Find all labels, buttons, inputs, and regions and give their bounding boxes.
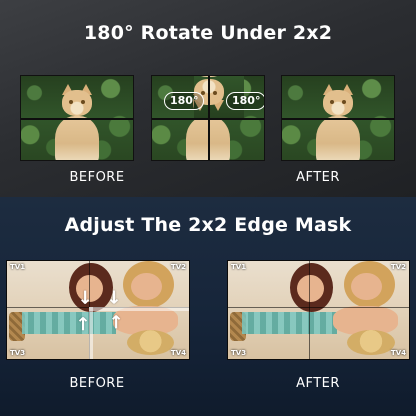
tv-label: TV3 bbox=[10, 349, 26, 357]
rotate-180-badge: 180° bbox=[164, 92, 205, 110]
tv-label: TV1 bbox=[231, 263, 247, 271]
edge-mask-screen-after: TV1 TV2 TV3 TV4 bbox=[227, 260, 410, 360]
edge-mask-offset bbox=[88, 307, 189, 312]
edge-mask-screen-before: ↘ ↙ ↗ ↖ TV1 TV2 TV3 TV4 bbox=[6, 260, 190, 360]
tv-label: TV2 bbox=[170, 263, 186, 271]
rotate-before-label: BEFORE bbox=[69, 170, 125, 185]
tv-label: TV2 bbox=[390, 263, 406, 271]
screen-seam bbox=[21, 118, 133, 120]
towel bbox=[242, 311, 337, 334]
edge-mask-after-label: AFTER bbox=[296, 376, 340, 391]
edge-mask-line bbox=[228, 307, 409, 309]
straw-hat bbox=[127, 329, 175, 356]
edge-mask-title: Adjust The 2x2 Edge Mask bbox=[64, 214, 352, 236]
person-right-face bbox=[130, 272, 162, 301]
tv-label: TV4 bbox=[170, 349, 186, 357]
rotate-title: 180° Rotate Under 2x2 bbox=[83, 22, 333, 44]
rotate-180-badge: 180° bbox=[226, 92, 264, 110]
rotate-screen-original bbox=[20, 75, 134, 161]
edge-mask-before-label: BEFORE bbox=[69, 376, 125, 391]
rotate-screen-before: 180° 180° bbox=[151, 75, 265, 161]
screen-seam bbox=[282, 118, 394, 120]
tv-label: TV1 bbox=[10, 263, 26, 271]
tv-label: TV3 bbox=[231, 349, 247, 357]
person-right-face bbox=[351, 272, 382, 301]
rotate-after-label: AFTER bbox=[296, 170, 340, 185]
rotate-screen-after bbox=[281, 75, 395, 161]
tv-label: TV4 bbox=[390, 349, 406, 357]
straw-hat bbox=[347, 329, 395, 356]
screen-seam bbox=[208, 76, 210, 160]
towel bbox=[21, 311, 117, 334]
edge-mask-line bbox=[309, 261, 311, 359]
